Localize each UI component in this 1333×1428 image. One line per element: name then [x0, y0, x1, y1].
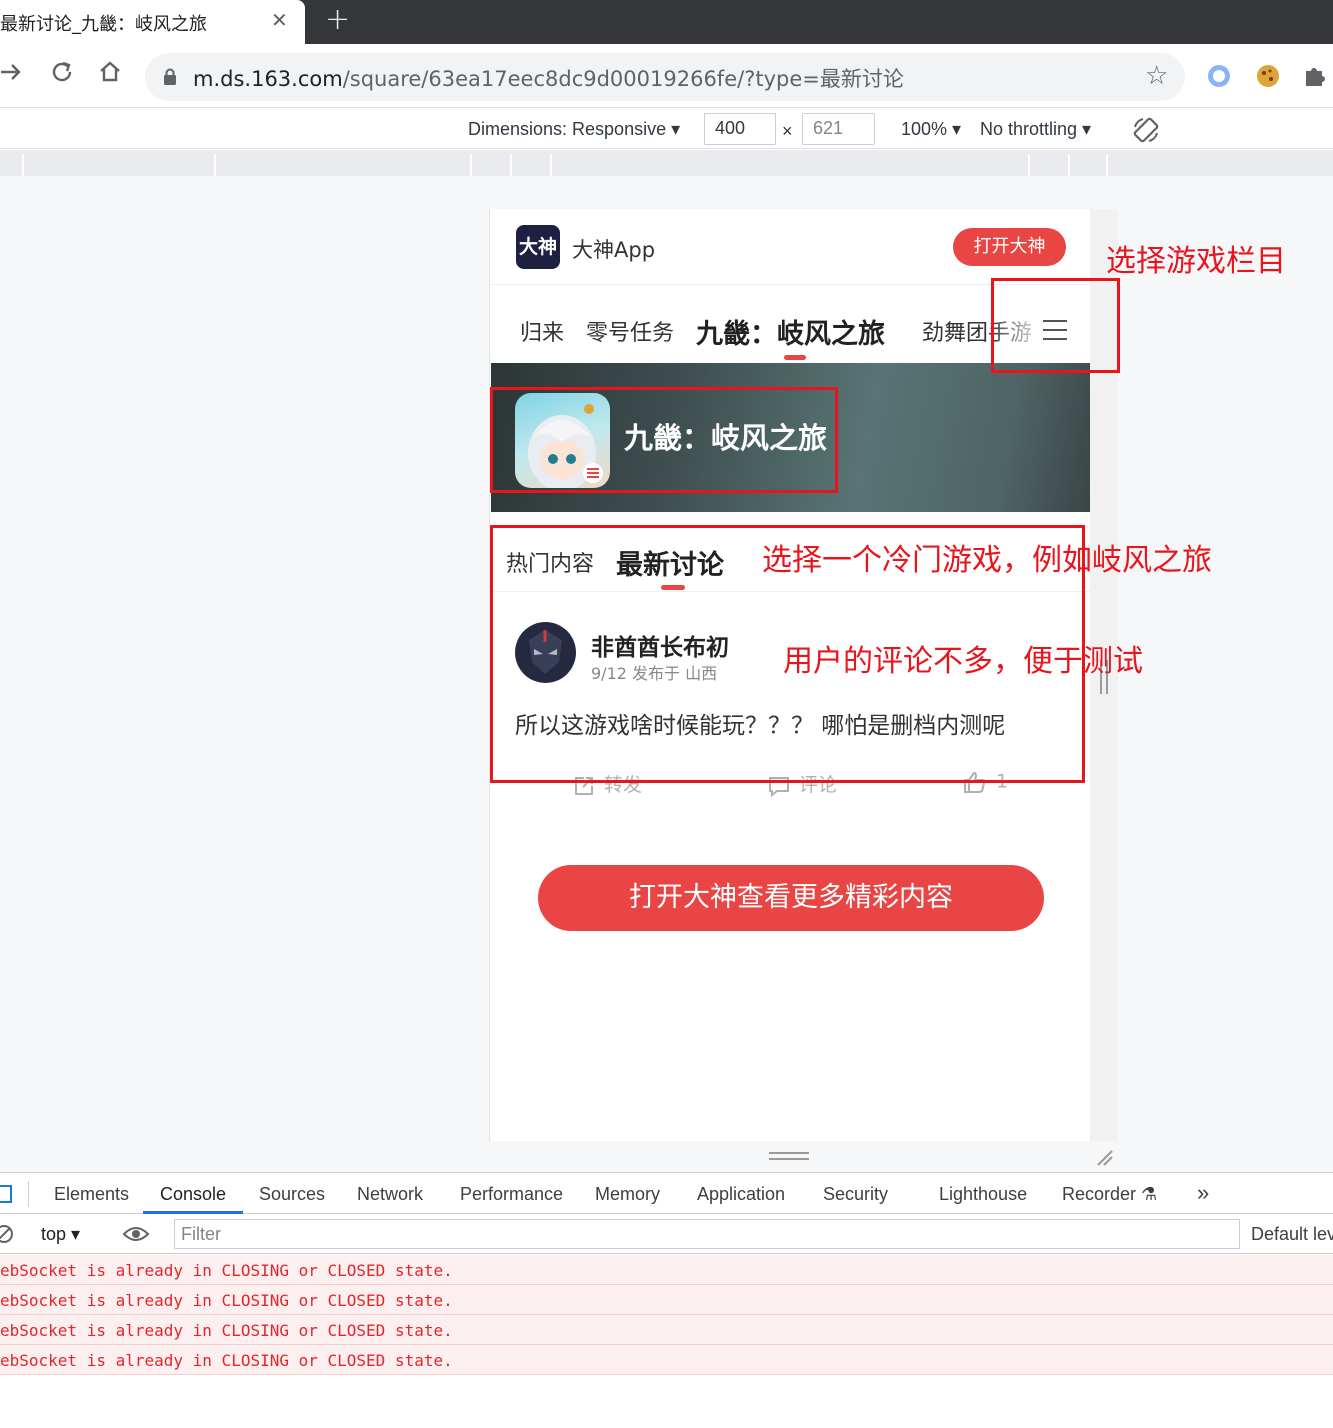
- lock-icon: [164, 68, 176, 85]
- throttling-select[interactable]: No throttling ▾: [980, 119, 1091, 140]
- rotate-icon[interactable]: [1131, 115, 1161, 145]
- address-bar[interactable]: m.ds.163.com/square/63ea17eec8dc9d000192…: [145, 53, 1185, 101]
- new-tab-button[interactable]: +: [325, 2, 350, 37]
- console-error-row[interactable]: ebSocket is already in CLOSING or CLOSED…: [0, 1285, 1333, 1315]
- tab-security[interactable]: Security: [823, 1184, 888, 1205]
- eye-icon[interactable]: [122, 1224, 150, 1244]
- url-host: m.ds.163.com: [193, 67, 343, 91]
- url-path: /square/63ea17eec8dc9d00019266fe/?type=最…: [342, 67, 904, 91]
- forward-icon[interactable]: [0, 58, 28, 92]
- log-levels-select[interactable]: Default levels: [1251, 1224, 1333, 1245]
- url-text[interactable]: m.ds.163.com/square/63ea17eec8dc9d000192…: [193, 63, 904, 93]
- width-input[interactable]: 400: [704, 113, 776, 145]
- more-tabs-icon[interactable]: »: [1197, 1180, 1209, 1206]
- media-query-ruler[interactable]: [0, 150, 1333, 176]
- times-sign: ×: [782, 121, 793, 141]
- open-app-button[interactable]: 打开大神: [953, 228, 1066, 266]
- extensions-puzzle-icon[interactable]: [1301, 62, 1329, 90]
- tab-title: 最新讨论_九畿：岐风之旅: [0, 14, 207, 35]
- device-toggle-icon[interactable]: [0, 1185, 12, 1203]
- annotation-box-game: [490, 387, 838, 493]
- resize-corner-icon[interactable]: [1094, 1147, 1114, 1167]
- tab-recorder[interactable]: Recorder ⚗: [1062, 1184, 1157, 1205]
- console-log: ebSocket is already in CLOSING or CLOSED…: [0, 1255, 1333, 1375]
- viewport-resize-handle[interactable]: [769, 1152, 809, 1160]
- clear-console-icon[interactable]: [0, 1224, 14, 1244]
- app-logo: 大神: [516, 225, 560, 269]
- game-tab-indicator: [784, 355, 806, 360]
- devtools-tab-bar: Elements Console Sources Network Perform…: [0, 1172, 1333, 1214]
- tab-lighthouse[interactable]: Lighthouse: [939, 1184, 1027, 1205]
- filter-input[interactable]: Filter: [174, 1219, 1240, 1249]
- browser-tab[interactable]: 最新讨论_九畿：岐风之旅 ✕: [0, 0, 305, 44]
- open-app-more-button[interactable]: 打开大神查看更多精彩内容: [538, 865, 1044, 931]
- annotation-select-game: 选择一个冷门游戏，例如岐风之旅: [762, 543, 1212, 578]
- extension-circle-icon[interactable]: [1205, 62, 1233, 90]
- console-error-row[interactable]: ebSocket is already in CLOSING or CLOSED…: [0, 1255, 1333, 1285]
- game-tab-active[interactable]: 九畿：岐风之旅: [696, 312, 885, 351]
- tab-performance[interactable]: Performance: [460, 1184, 563, 1205]
- bookmark-star-icon[interactable]: ☆: [1145, 61, 1168, 91]
- browser-tabbar: 最新讨论_九畿：岐风之旅 ✕ +: [0, 0, 1333, 44]
- home-icon[interactable]: [93, 58, 127, 92]
- annotation-box-menu: [991, 278, 1120, 373]
- annotation-select-column: 选择游戏栏目: [1106, 244, 1286, 279]
- app-name: 大神App: [572, 238, 656, 262]
- cookie-icon[interactable]: [1254, 62, 1282, 90]
- game-tab[interactable]: 归来: [520, 315, 564, 347]
- tab-close-icon[interactable]: ✕: [271, 8, 288, 32]
- tab-network[interactable]: Network: [357, 1184, 423, 1205]
- context-select[interactable]: top ▾: [41, 1224, 80, 1245]
- device-toolbar: Dimensions: Responsive ▾ 400 × 621 100% …: [0, 109, 1333, 149]
- tab-application[interactable]: Application: [697, 1184, 785, 1205]
- height-input[interactable]: 621: [802, 113, 875, 145]
- tab-console[interactable]: Console: [160, 1184, 226, 1205]
- console-toolbar: top ▾ Filter Default levels: [0, 1214, 1333, 1254]
- dimensions-select[interactable]: Dimensions: Responsive ▾: [468, 119, 680, 140]
- tab-memory[interactable]: Memory: [595, 1184, 660, 1205]
- tab-elements[interactable]: Elements: [54, 1184, 129, 1205]
- console-error-row[interactable]: ebSocket is already in CLOSING or CLOSED…: [0, 1315, 1333, 1345]
- game-tab[interactable]: 零号任务: [586, 315, 674, 347]
- browser-navbar: m.ds.163.com/square/63ea17eec8dc9d000192…: [0, 44, 1333, 108]
- annotation-few-comments: 用户的评论不多，便于测试: [783, 644, 1143, 679]
- tab-sources[interactable]: Sources: [259, 1184, 325, 1205]
- app-header: 大神 大神App 打开大神: [490, 209, 1090, 285]
- console-error-row[interactable]: ebSocket is already in CLOSING or CLOSED…: [0, 1345, 1333, 1375]
- reload-icon[interactable]: [45, 58, 79, 92]
- zoom-select[interactable]: 100% ▾: [901, 119, 961, 140]
- divider: [28, 1181, 29, 1207]
